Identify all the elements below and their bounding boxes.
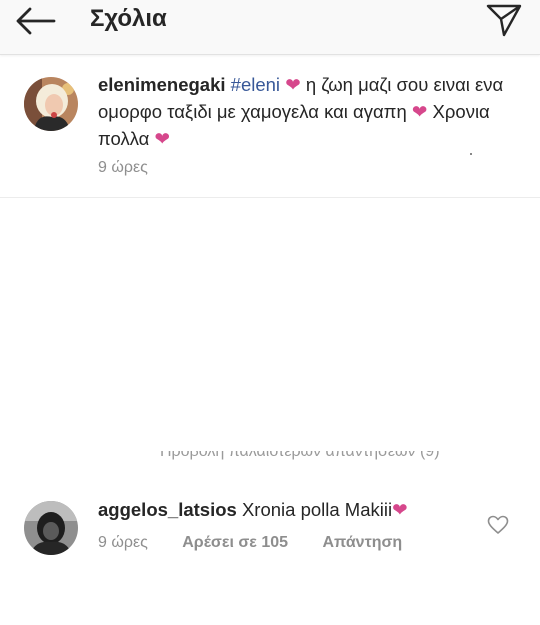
like-button[interactable] bbox=[487, 515, 509, 535]
comment-text: aggelos_latsios Xronia polla Makiii❤ bbox=[98, 496, 488, 523]
caption-meta: 9 ώρες bbox=[98, 159, 148, 177]
avatar[interactable] bbox=[24, 77, 78, 131]
caption-comment: elenimenegaki #eleni ❤ η ζωη μαζι σου ει… bbox=[0, 55, 540, 198]
caption-text: elenimenegaki #eleni ❤ η ζωη μαζι σου ει… bbox=[98, 71, 518, 152]
caption-time: 9 ώρες bbox=[98, 159, 148, 176]
header-bar: Σχόλια bbox=[0, 0, 540, 55]
heart-outline-icon bbox=[487, 515, 509, 534]
view-replies-label: Προβολή παλαιότερων απαντήσεων (9) bbox=[160, 451, 440, 460]
heart-emoji-icon: ❤ bbox=[154, 128, 171, 149]
caption-username[interactable]: elenimenegaki bbox=[98, 74, 226, 95]
avatar[interactable] bbox=[24, 501, 78, 555]
view-replies-link[interactable]: Προβολή παλαιότερων απαντήσεων (9) bbox=[160, 451, 500, 465]
heart-emoji-icon: ❤ bbox=[285, 74, 301, 95]
page-title: Σχόλια bbox=[90, 5, 167, 32]
comment-body: Xronia polla Makiii bbox=[241, 499, 393, 520]
heart-emoji-icon: ❤ bbox=[392, 499, 408, 520]
separator-dot bbox=[470, 153, 472, 155]
comment-username[interactable]: aggelos_latsios bbox=[98, 499, 237, 520]
reply-button[interactable]: Απάντηση bbox=[322, 534, 402, 551]
comment-time: 9 ώρες bbox=[98, 534, 148, 551]
share-button[interactable] bbox=[484, 2, 524, 38]
hashtag-link[interactable]: #eleni bbox=[231, 74, 280, 95]
back-button[interactable] bbox=[14, 4, 58, 38]
comment-meta: 9 ώρες Αρέσει σε 105 Απάντηση bbox=[98, 534, 402, 552]
paper-plane-icon bbox=[486, 4, 522, 37]
heart-emoji-icon: ❤ bbox=[411, 101, 428, 122]
likes-count-button[interactable]: Αρέσει σε 105 bbox=[182, 534, 288, 551]
back-arrow-icon bbox=[16, 7, 56, 35]
